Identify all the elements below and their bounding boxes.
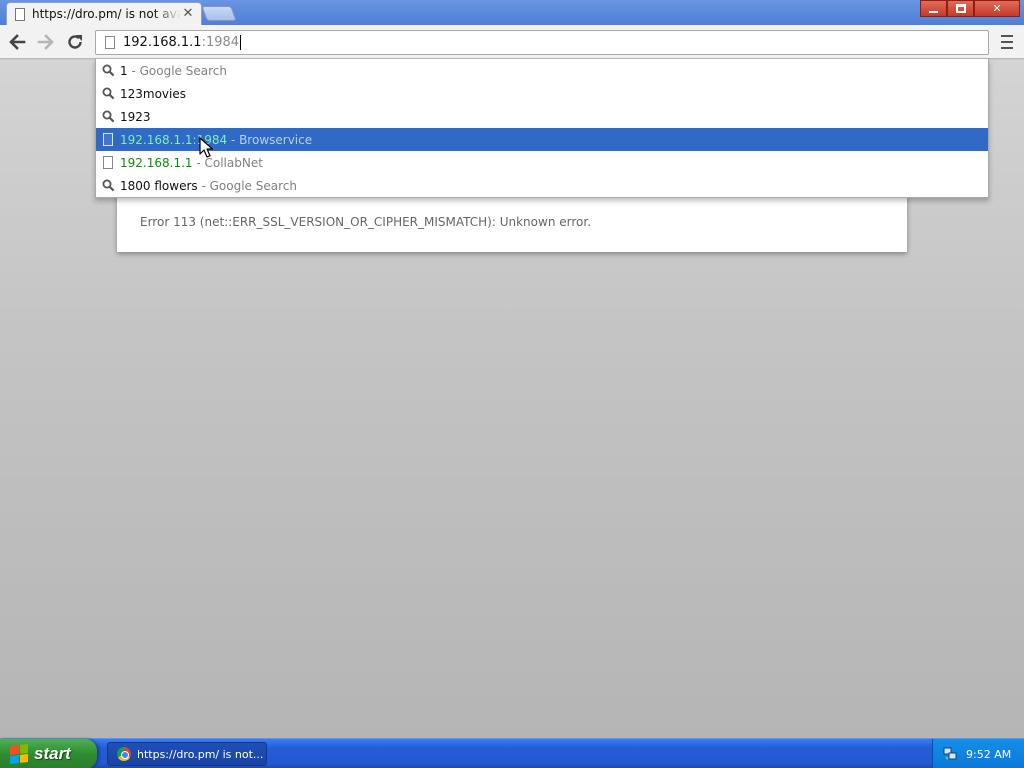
browser-toolbar: 192.168.1.1:1984 <box>0 25 1024 59</box>
page-icon <box>101 156 115 170</box>
forward-button[interactable] <box>35 31 57 53</box>
suggestion-description: - Google Search <box>127 63 227 78</box>
search-icon <box>101 110 115 124</box>
system-tray: 9:52 AM <box>932 739 1024 768</box>
back-arrow-icon <box>9 34 26 50</box>
error-message: Error 113 (net::ERR_SSL_VERSION_OR_CIPHE… <box>140 215 592 229</box>
new-tab-button[interactable] <box>201 6 237 21</box>
back-button[interactable] <box>6 31 28 53</box>
autocomplete-dropdown: 1 - Google Search 123movies 1923 192.168… <box>95 59 989 198</box>
windows-logo-icon <box>10 744 28 764</box>
start-button[interactable]: start <box>0 739 97 768</box>
suggestion-match: 1 <box>120 63 128 78</box>
suggestion-item[interactable]: 1800 flowers - Google Search <box>96 174 988 197</box>
minimize-icon <box>929 10 938 13</box>
suggestion-match: 1923 <box>120 109 151 124</box>
chrome-menu-button[interactable] <box>998 33 1016 51</box>
address-inline-completion: :1984 <box>201 35 240 50</box>
restore-button[interactable] <box>947 0 974 17</box>
network-icon[interactable] <box>943 747 957 761</box>
taskbar-item-chrome[interactable]: https://dro.pm/ is not... <box>107 742 267 766</box>
suggestion-match: 123movies <box>120 86 187 101</box>
suggestion-description: - Browservice <box>227 132 313 147</box>
search-icon <box>101 179 115 193</box>
mouse-pointer-icon <box>199 137 213 158</box>
restore-icon <box>955 4 966 13</box>
address-typed-text: 192.168.1.1 <box>123 35 202 50</box>
page-icon <box>15 7 25 21</box>
tab-close-icon[interactable]: ✕ <box>181 7 195 21</box>
suggestion-item[interactable]: 192.168.1.1 - CollabNet <box>96 151 988 174</box>
reload-button[interactable] <box>64 31 86 53</box>
windows-taskbar: start https://dro.pm/ is not... 9:52 AM <box>0 738 1024 768</box>
suggestion-match: 192.168.1.1 <box>120 155 193 170</box>
window-controls: ✕ <box>920 0 1020 17</box>
page-icon <box>101 133 115 147</box>
start-label: start <box>34 744 71 763</box>
minimize-button[interactable] <box>920 0 947 17</box>
tab-title: https://dro.pm/ is not available <box>32 7 181 21</box>
hamburger-icon-bar <box>1001 47 1013 49</box>
tab-active[interactable]: https://dro.pm/ is not available ✕ <box>6 2 202 25</box>
chrome-icon <box>117 747 131 761</box>
search-icon <box>101 87 115 101</box>
suggestion-item[interactable]: 123movies <box>96 82 988 105</box>
browser-titlebar: https://dro.pm/ is not available ✕ ✕ <box>0 0 1024 25</box>
page-icon <box>105 36 115 49</box>
hamburger-icon-bar <box>1001 35 1013 37</box>
suggestion-match: 1800 flowers <box>120 178 198 193</box>
reload-icon <box>68 35 82 49</box>
address-bar-text[interactable]: 192.168.1.1:1984 <box>123 35 242 50</box>
clock[interactable]: 9:52 AM <box>966 748 1011 761</box>
suggestion-item[interactable]: 1 - Google Search <box>96 59 988 82</box>
hamburger-icon-bar <box>1001 41 1013 43</box>
taskbar-item-label: https://dro.pm/ is not... <box>137 747 264 761</box>
close-window-button[interactable]: ✕ <box>974 0 1020 17</box>
search-icon <box>101 64 115 78</box>
suggestion-description: - Google Search <box>197 178 297 193</box>
address-bar[interactable]: 192.168.1.1:1984 <box>95 30 989 55</box>
suggestion-item[interactable]: 1923 <box>96 105 988 128</box>
suggestion-item-selected[interactable]: 192.168.1.1:1984 - Browservice <box>96 128 988 151</box>
forward-arrow-icon <box>37 34 54 50</box>
text-caret <box>240 35 242 50</box>
